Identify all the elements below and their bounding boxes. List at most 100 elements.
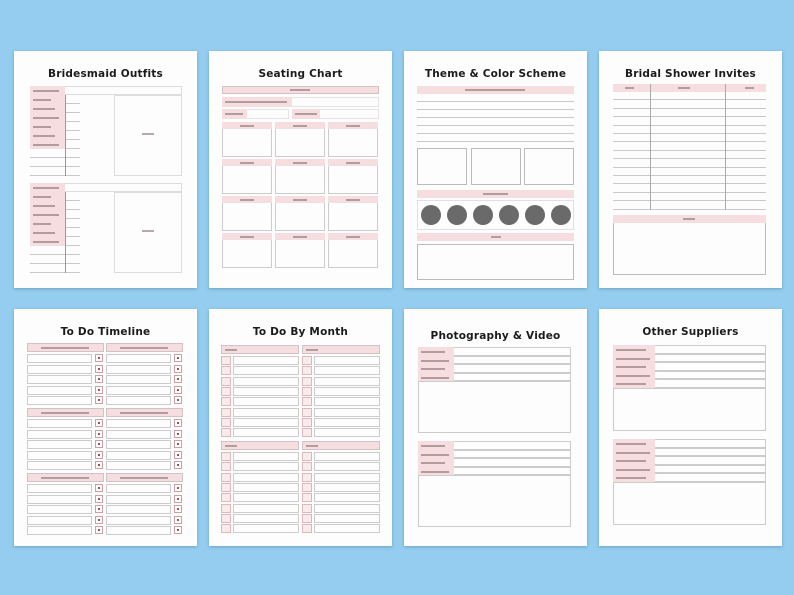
day-box	[221, 452, 231, 461]
task-field	[27, 450, 92, 460]
checkbox[interactable]	[95, 515, 103, 524]
label-placeholder	[616, 366, 646, 368]
invite-row	[613, 142, 766, 151]
checkbox[interactable]	[95, 484, 103, 492]
checkbox[interactable]	[174, 515, 182, 524]
invite-row	[613, 109, 766, 118]
table-label	[346, 236, 360, 238]
task-field	[314, 428, 380, 438]
table-label	[293, 236, 307, 238]
checkbox[interactable]	[95, 494, 103, 503]
day-box	[302, 493, 312, 503]
page-seating-chart[interactable]: Seating Chart	[209, 51, 392, 288]
checkbox[interactable]	[95, 505, 103, 513]
task-field	[233, 513, 299, 523]
page-bridesmaid-outfits[interactable]: Bridesmaid Outfits	[14, 51, 197, 288]
day-box	[221, 472, 231, 482]
checkbox[interactable]	[174, 396, 182, 404]
page-theme-color-scheme[interactable]: Theme & Color Scheme	[404, 51, 587, 288]
invite-row	[613, 92, 766, 101]
checkbox[interactable]	[174, 375, 182, 383]
task-field	[233, 462, 299, 472]
label-placeholder	[33, 223, 51, 225]
checkbox[interactable]	[174, 494, 182, 503]
checkbox[interactable]	[174, 484, 182, 492]
task-field	[27, 526, 92, 535]
color-swatch[interactable]	[421, 205, 441, 225]
label-placeholder	[33, 214, 59, 216]
day-box	[302, 397, 312, 407]
color-swatch[interactable]	[447, 205, 467, 225]
day-box	[221, 482, 231, 492]
task-field	[27, 354, 92, 363]
task-field	[106, 419, 171, 428]
label-placeholder	[616, 451, 650, 454]
task-field	[106, 396, 171, 405]
section-label	[120, 347, 168, 349]
page-other-suppliers[interactable]: Other Suppliers	[599, 309, 782, 546]
invite-row	[613, 168, 766, 176]
color-swatch[interactable]	[499, 205, 519, 225]
task-field	[106, 375, 171, 384]
theme-line	[417, 118, 574, 126]
label-placeholder	[616, 349, 646, 351]
invites-layout	[613, 84, 768, 279]
task-field	[27, 505, 92, 514]
label-placeholder	[616, 468, 650, 471]
label-placeholder	[295, 113, 317, 115]
page-to-do-by-month[interactable]: To Do By Month	[209, 309, 392, 546]
notes-box	[613, 215, 766, 275]
day-box	[221, 376, 231, 386]
task-field	[314, 417, 380, 427]
page-bridal-shower-invites[interactable]: Bridal Shower Invites	[599, 51, 782, 288]
invite-row	[613, 193, 766, 202]
checkbox[interactable]	[95, 526, 103, 534]
theme-layout	[417, 84, 574, 280]
checkbox[interactable]	[95, 396, 103, 404]
checkbox[interactable]	[95, 461, 103, 469]
photo-label	[142, 230, 154, 232]
label-placeholder	[616, 477, 646, 479]
color-swatch[interactable]	[551, 205, 571, 225]
label-placeholder	[33, 205, 55, 207]
checkbox[interactable]	[174, 461, 182, 469]
task-field	[106, 354, 171, 363]
checkbox[interactable]	[95, 419, 103, 427]
day-box	[221, 428, 231, 438]
checkbox[interactable]	[174, 440, 182, 448]
checkbox[interactable]	[174, 526, 182, 534]
page-photography-video[interactable]: Photography & Video	[404, 309, 587, 546]
color-swatch[interactable]	[473, 205, 493, 225]
color-swatch[interactable]	[525, 205, 545, 225]
checkbox[interactable]	[95, 364, 103, 373]
checkbox[interactable]	[174, 505, 182, 513]
checkbox[interactable]	[174, 429, 182, 438]
checkbox[interactable]	[174, 354, 182, 362]
label-placeholder	[465, 89, 525, 91]
page-title: Seating Chart	[258, 68, 343, 80]
checkbox[interactable]	[174, 385, 182, 394]
checkbox[interactable]	[95, 440, 103, 448]
page-to-do-timeline[interactable]: To Do Timeline	[14, 309, 197, 546]
page-title: To Do Timeline	[60, 326, 151, 338]
label-placeholder	[33, 90, 59, 92]
day-box	[302, 356, 312, 365]
checkbox[interactable]	[174, 450, 182, 459]
task-field	[314, 503, 380, 513]
task-field	[106, 429, 171, 439]
checkbox[interactable]	[174, 419, 182, 427]
checkbox[interactable]	[174, 364, 182, 373]
task-field	[27, 484, 92, 493]
task-field	[314, 452, 380, 461]
checkbox[interactable]	[95, 385, 103, 394]
task-field	[314, 407, 380, 417]
theme-line	[417, 110, 574, 118]
task-field	[233, 482, 299, 492]
checkbox[interactable]	[95, 450, 103, 459]
task-field	[27, 440, 92, 449]
checkbox[interactable]	[95, 354, 103, 362]
task-field	[314, 366, 380, 376]
field-row	[30, 158, 80, 167]
checkbox[interactable]	[95, 429, 103, 438]
checkbox[interactable]	[95, 375, 103, 383]
